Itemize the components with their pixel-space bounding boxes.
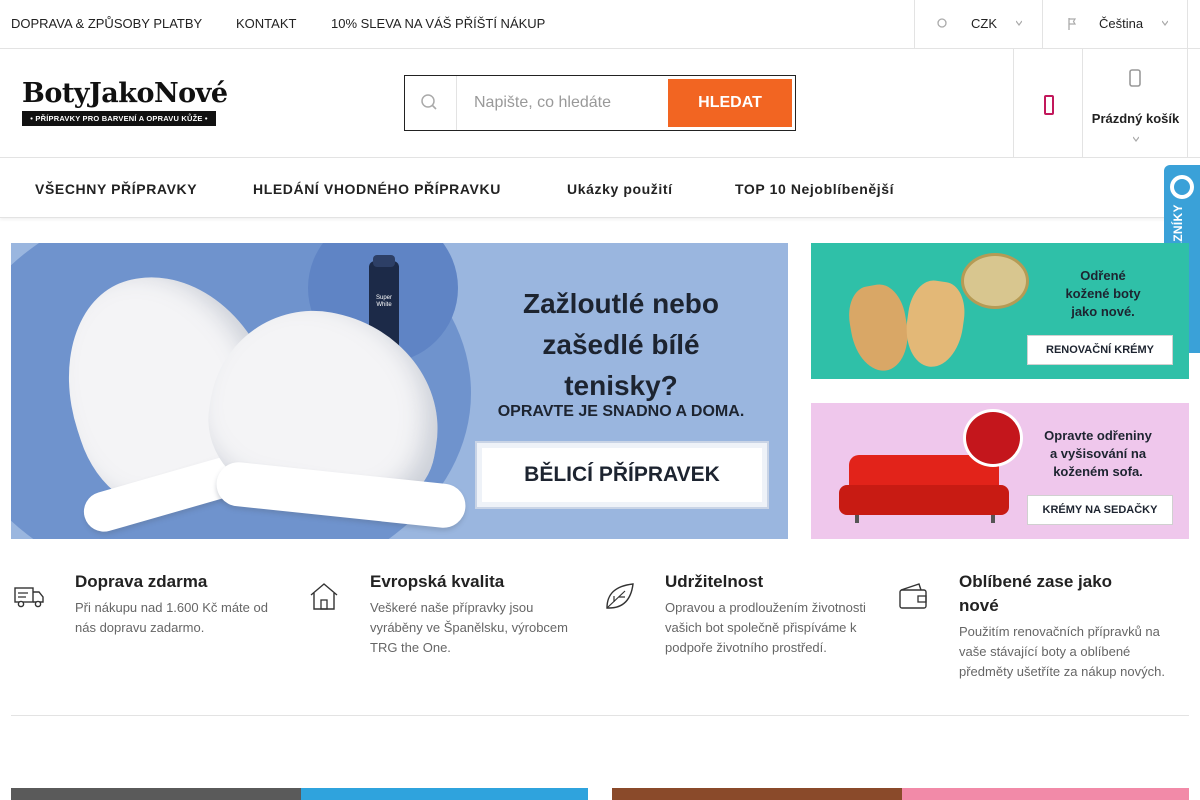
banner-text-line: Opravte odřeniny [1044,428,1152,443]
shipping-payment-link[interactable]: DOPRAVA & ZPŮSOBY PLATBY [11,16,202,31]
feature-text: Použitím renovačních přípravků na vaše s… [959,622,1165,682]
language-value: Čeština [1099,16,1144,31]
discount-link[interactable]: 10% SLEVA NA VÁŠ PŘÍŠTÍ NÁKUP [331,16,545,31]
side-banner-cta[interactable]: KRÉMY NA SEDAČKY [1027,495,1173,525]
search-icon[interactable] [405,76,457,130]
feature-text-line: nás dopravu zadarmo. [75,620,205,635]
chevron-down-icon [1015,18,1023,28]
search-button[interactable]: HLEDAT [668,79,792,127]
leaf-icon [601,578,637,614]
feature-text: Při nákupu nad 1.600 Kč máte od nás dopr… [75,598,268,638]
banner-text-line: koženém sofa. [1053,464,1143,479]
category-tile[interactable] [612,788,902,800]
hero-subline: OPRAVTE JE SNADNO A DOMA. [497,403,745,420]
contact-link[interactable]: KONTAKT [236,16,296,31]
currency-select[interactable]: CZK [914,0,1042,48]
spray-label: Super White [375,295,392,308]
feature-text: Opravou a prodloužením životnosti vašich… [665,598,866,658]
verified-seal-icon [1170,175,1194,199]
side-banner-sofa[interactable]: Opravte odřeniny a vyšisování na koženém… [811,403,1189,539]
language-icon [1067,17,1077,34]
feature-title: Udržitelnost [665,572,764,591]
delivery-truck-icon [11,578,47,614]
feature-text-line: Veškeré naše přípravky jsou [370,600,534,615]
side-banner-text: Opravte odřeniny a vyšisování na koženém… [1013,427,1183,481]
nav-item-usage-examples[interactable]: Ukázky použití [564,181,673,197]
feature-title-line: Oblíbené zase jako [959,572,1113,591]
feature-text-line: TRG the One. [370,640,451,655]
site-logo[interactable]: BotyJakoNové • PŘÍPRAVKY PRO BARVENÍ A O… [22,78,228,131]
feature-text-line: předměty ušetříte za nákup nových. [959,664,1165,679]
feature-title: Evropská kvalita [370,572,505,591]
feature-title: Oblíbené zase jako nové [959,570,1112,618]
house-icon [306,578,342,614]
currency-value: CZK [971,16,997,31]
feature-text-line: Použitím renovačních přípravků na [959,624,1160,639]
nav-item-label: VŠECHNY PŘÍPRAVKY [35,181,198,197]
top-bar: DOPRAVA & ZPŮSOBY PLATBY KONTAKT 10% SLE… [0,0,1200,49]
headline-line: tenisky? [564,370,678,401]
nav-item-top10[interactable]: TOP 10 Nejoblíbenější [732,181,894,197]
headline-line: zašedlé bílé [542,329,700,360]
feature-title-line: nové [959,596,999,615]
wallet-icon [895,578,931,614]
wishlist-icon [1044,95,1054,115]
side-banner-text: Odřené kožené boty jako nové. [1033,267,1173,321]
feature-title: Doprava zdarma [75,572,208,591]
nav-item-label: Ukázky použití [567,181,673,197]
cart-button[interactable]: Prázdný košík [1083,49,1188,157]
search-input[interactable] [457,76,667,130]
feature-text: Veškeré naše přípravky jsou vyráběny ve … [370,598,568,658]
feature-text-line: Při nákupu nad 1.600 Kč máte od [75,600,268,615]
side-banner-cta[interactable]: RENOVAČNÍ KRÉMY [1027,335,1173,365]
hero-headline: Zažloutlé nebo zašedlé bílé tenisky? [441,283,788,406]
banner-text-line: Odřené [1080,268,1126,283]
logo-tagline: • PŘÍPRAVKY PRO BARVENÍ A OPRAVU KŮŽE • [22,111,216,126]
section-divider [11,715,1189,716]
language-select[interactable]: Čeština [1042,0,1188,48]
chevron-down-icon [1161,18,1169,28]
feature-text-line: vašich bot společně přispíváme k [665,620,857,635]
nav-item-label: HLEDÁNÍ VHODNÉHO PŘÍPRAVKU [253,181,501,197]
cart-label: Prázdný košík [1091,111,1180,126]
category-tile[interactable] [11,788,301,800]
side-banner-renovation[interactable]: Odřené kožené boty jako nové. RENOVAČNÍ … [811,243,1189,379]
headline-line: Zažloutlé nebo [523,288,719,319]
nav-item-all-products[interactable]: VŠECHNY PŘÍPRAVKY [35,181,197,197]
chevron-down-icon [1083,135,1188,144]
features-strip: Doprava zdarma Při nákupu nad 1.600 Kč m… [0,570,1200,690]
nav-item-label: TOP 10 Nejoblíbenější [735,181,895,197]
logo-name: BotyJakoNové [22,78,228,109]
site-header: BotyJakoNové • PŘÍPRAVKY PRO BARVENÍ A O… [0,49,1200,158]
category-tile[interactable] [301,788,588,800]
nav-item-product-finder[interactable]: HLEDÁNÍ VHODNÉHO PŘÍPRAVKU [250,181,501,197]
main-navigation: VŠECHNY PŘÍPRAVKY HLEDÁNÍ VHODNÉHO PŘÍPR… [0,158,1200,218]
banner-text-line: kožené boty [1065,286,1141,301]
banner-text-line: a vyšisování na [1049,446,1147,461]
feature-text-line: vaše stávající boty a oblíbené [959,644,1131,659]
hero-banner[interactable]: Super White Zažloutlé nebo zašedlé bílé … [11,243,788,539]
feature-text-line: Opravou a prodloužením životnosti [665,600,866,615]
feature-text-line: vyráběny ve Španělsku, výrobcem [370,620,568,635]
currency-icon [937,17,947,32]
banner-text-line: jako nové. [1071,304,1135,319]
cart-icon [1129,69,1141,87]
hero-cta-button[interactable]: BĚLICÍ PŘÍPRAVEK [475,441,769,509]
category-tile[interactable] [902,788,1189,800]
feature-text-line: podpoře životního prostředí. [665,640,827,655]
search-bar: HLEDAT [404,75,796,131]
wishlist-button[interactable] [1013,49,1083,157]
